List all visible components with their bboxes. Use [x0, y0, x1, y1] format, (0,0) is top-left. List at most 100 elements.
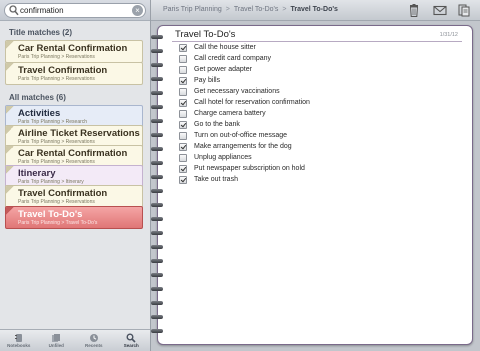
todo-checkbox[interactable] [179, 76, 187, 85]
todo-item: Go to the bank [179, 119, 459, 130]
card-title: Itinerary [18, 168, 56, 179]
toolbar: Paris Trip Planning > Travel To-Do's > Trave… [151, 0, 480, 21]
breadcrumb-separator: > [282, 6, 287, 13]
page-fold-icon [6, 41, 14, 49]
binder-ring-icon [151, 329, 163, 333]
binder-ring-icon [151, 273, 163, 277]
binder-ring-icon [151, 49, 163, 53]
breadcrumb-current: Travel To-Do's [290, 6, 338, 13]
tab-label: Notebooks [7, 343, 31, 348]
export-icon[interactable] [457, 4, 471, 17]
binder-ring-icon [151, 161, 163, 165]
todo-checkbox[interactable] [179, 109, 187, 118]
unfiled-icon [52, 333, 61, 342]
binder-ring-icon [151, 77, 163, 81]
note-title[interactable]: Travel To-Do's [175, 29, 235, 40]
todo-item: Charge camera battery [179, 108, 459, 119]
todo-checkbox[interactable] [179, 175, 187, 184]
card-title: Car Rental Confirmation [18, 43, 128, 54]
search-input[interactable] [20, 4, 132, 17]
binder-ring-icon [151, 259, 163, 263]
todo-checkbox[interactable] [179, 98, 187, 107]
todo-checkbox[interactable] [179, 54, 187, 63]
magnifier-icon [9, 5, 19, 16]
todo-checkbox[interactable] [179, 87, 187, 96]
todo-item: Get power adapter [179, 64, 459, 75]
todo-item: Unplug appliances [179, 152, 459, 163]
note-date: 1/31/12 [439, 32, 458, 38]
page-fold-icon [6, 146, 14, 154]
todo-item: Turn on out-of-office message [179, 130, 459, 141]
note-page[interactable]: Travel To-Do's 1/31/12 Call the house si… [151, 25, 473, 345]
todo-text[interactable]: Put newspaper subscription on hold [194, 165, 305, 172]
card-path: Paris Trip Planning > Travel To-Do's [18, 220, 98, 226]
todo-text[interactable]: Get necessary vaccinations [194, 88, 280, 95]
todo-text[interactable]: Turn on out-of-office message [194, 132, 287, 139]
page-fold-icon [6, 186, 14, 194]
tab-search[interactable]: Search [113, 330, 151, 351]
todo-text[interactable]: Call credit card company [194, 55, 271, 62]
tab-notebooks[interactable]: Notebooks [0, 330, 38, 351]
binder-ring-icon [151, 119, 163, 123]
card-title: Travel To-Do's [18, 209, 83, 220]
binder-ring-icon [151, 315, 163, 319]
todo-checkbox[interactable] [179, 43, 187, 52]
todo-text[interactable]: Pay bills [194, 77, 220, 84]
selected-match-card[interactable]: Travel To-Do's Paris Trip Planning > Tra… [5, 206, 143, 229]
notebooks-icon [14, 333, 22, 342]
match-card[interactable]: Travel Confirmation Paris Trip Planning … [5, 185, 143, 208]
todo-item: Call credit card company [179, 53, 459, 64]
breadcrumb-notebook[interactable]: Paris Trip Planning [163, 6, 222, 13]
todo-checkbox[interactable] [179, 153, 187, 162]
note-area: Paris Trip Planning > Travel To-Do's > Trave… [150, 0, 480, 351]
todo-text[interactable]: Go to the bank [194, 121, 240, 128]
card-title: Travel Confirmation [18, 65, 108, 76]
todo-item: Call the house sitter [179, 42, 459, 53]
trash-icon[interactable] [407, 4, 421, 17]
sidebar: × Title matches (2) Car Rental Confirmat… [0, 0, 150, 351]
todo-item: Make arrangements for the dog [179, 141, 459, 152]
card-title: Activities [18, 108, 61, 119]
card-title: Car Rental Confirmation [18, 148, 128, 159]
todo-text[interactable]: Call the house sitter [194, 44, 256, 51]
todo-text[interactable]: Take out trash [194, 176, 238, 183]
page-fold-icon [6, 126, 14, 134]
binder-ring-icon [151, 217, 163, 221]
tab-label: Unfiled [48, 343, 64, 348]
tab-unfiled[interactable]: Unfiled [38, 330, 76, 351]
tab-recents[interactable]: Recents [75, 330, 113, 351]
binder-ring-icon [151, 231, 163, 235]
todo-checkbox[interactable] [179, 142, 187, 151]
page-fold-icon [6, 63, 14, 71]
page-fold-icon [6, 166, 14, 174]
search-bar: × [0, 0, 150, 21]
todo-checkbox[interactable] [179, 131, 187, 140]
binder-ring-icon [151, 63, 163, 67]
tab-bar: Notebooks Unfiled Recents Search [0, 329, 150, 351]
todo-checkbox[interactable] [179, 164, 187, 173]
todo-text[interactable]: Get power adapter [194, 66, 252, 73]
todo-item: Put newspaper subscription on hold [179, 163, 459, 174]
todo-checkbox[interactable] [179, 65, 187, 74]
binder-ring-icon [151, 189, 163, 193]
mail-icon[interactable] [433, 4, 447, 17]
title-match-card[interactable]: Car Rental Confirmation Paris Trip Plann… [5, 40, 143, 63]
title-match-card[interactable]: Travel Confirmation Paris Trip Planning … [5, 62, 143, 85]
todo-item: Pay bills [179, 75, 459, 86]
all-matches-header: All matches (6) [9, 93, 66, 102]
breadcrumb: Paris Trip Planning > Travel To-Do's > Trave… [163, 6, 338, 13]
search-box[interactable]: × [4, 3, 146, 18]
page-fold-icon [6, 106, 14, 114]
binder-ring-icon [151, 91, 163, 95]
card-title: Airline Ticket Reservations [18, 128, 140, 139]
clear-search-icon[interactable]: × [132, 5, 143, 16]
todo-checkbox[interactable] [179, 120, 187, 129]
tab-label: Search [123, 343, 139, 348]
todo-text[interactable]: Charge camera battery [194, 110, 266, 117]
binder-ring-icon [151, 287, 163, 291]
tab-label: Recents [84, 343, 103, 348]
breadcrumb-section[interactable]: Travel To-Do's [234, 6, 279, 13]
todo-text[interactable]: Call hotel for reservation confirmation [194, 99, 310, 106]
todo-text[interactable]: Unplug appliances [194, 154, 252, 161]
todo-text[interactable]: Make arrangements for the dog [194, 143, 292, 150]
